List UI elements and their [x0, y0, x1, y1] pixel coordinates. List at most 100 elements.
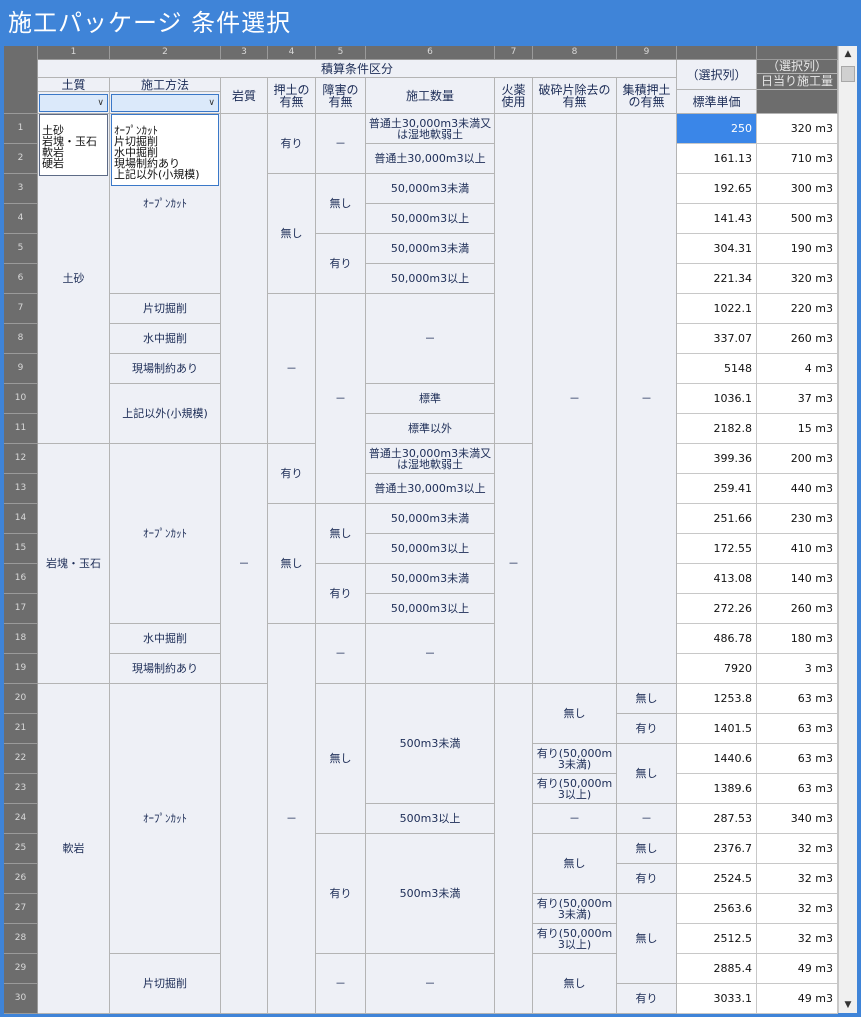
soil-cell[interactable]: 岩塊・玉石: [38, 444, 110, 684]
unit-price-cell[interactable]: 259.41: [677, 474, 757, 504]
method-cell[interactable]: 片切掘削: [110, 954, 221, 1014]
method-dropdown-list[interactable]: ｵｰﾌﾟﾝｶｯﾄ 片切掘削 水中掘削 現場制約あり 上記以外(小規模): [111, 114, 219, 186]
quantity-cell[interactable]: 500m3未満: [366, 684, 495, 804]
daily-amount-cell[interactable]: 63 m3: [757, 774, 838, 804]
unit-price-cell[interactable]: 5148: [677, 354, 757, 384]
unit-price-cell[interactable]: 192.65: [677, 174, 757, 204]
obstacle-cell[interactable]: －: [316, 954, 366, 1014]
obstacle-cell[interactable]: －: [316, 624, 366, 684]
collect-cell[interactable]: 無し: [617, 834, 677, 864]
quantity-cell[interactable]: 50,000m3未満: [366, 564, 495, 594]
rock-cell[interactable]: [221, 684, 268, 1014]
unit-price-cell[interactable]: 2563.6: [677, 894, 757, 924]
daily-amount-cell[interactable]: 410 m3: [757, 534, 838, 564]
unit-price-cell[interactable]: 1389.6: [677, 774, 757, 804]
quantity-cell[interactable]: 普通土30,000m3未満又は湿地軟弱土: [366, 444, 495, 474]
daily-amount-cell[interactable]: 63 m3: [757, 744, 838, 774]
explosive-cell[interactable]: [495, 684, 533, 1014]
daily-amount-cell[interactable]: 15 m3: [757, 414, 838, 444]
daily-amount-cell[interactable]: 340 m3: [757, 804, 838, 834]
unit-price-cell[interactable]: 141.43: [677, 204, 757, 234]
daily-amount-cell[interactable]: 440 m3: [757, 474, 838, 504]
method-cell[interactable]: 水中掘削: [110, 324, 221, 354]
rock-cell[interactable]: [221, 114, 268, 444]
oshitsuchi-cell[interactable]: －: [268, 624, 316, 1014]
unit-price-cell[interactable]: 250: [677, 114, 757, 144]
unit-price-cell[interactable]: 251.66: [677, 504, 757, 534]
daily-amount-cell[interactable]: 320 m3: [757, 264, 838, 294]
debris-cell[interactable]: 有り(50,000m3以上): [533, 924, 617, 954]
quantity-cell[interactable]: 50,000m3以上: [366, 594, 495, 624]
daily-amount-cell[interactable]: 190 m3: [757, 234, 838, 264]
oshitsuchi-cell[interactable]: 無し: [268, 174, 316, 294]
daily-amount-cell[interactable]: 3 m3: [757, 654, 838, 684]
method-select[interactable]: ∨: [111, 94, 219, 112]
collect-cell[interactable]: －: [617, 804, 677, 834]
obstacle-cell[interactable]: 有り: [316, 834, 366, 954]
explosive-cell[interactable]: [495, 114, 533, 444]
quantity-cell[interactable]: 50,000m3未満: [366, 504, 495, 534]
collect-cell[interactable]: 有り: [617, 864, 677, 894]
method-cell[interactable]: ｵｰﾌﾟﾝｶｯﾄ: [110, 444, 221, 624]
quantity-cell[interactable]: 500m3未満: [366, 834, 495, 954]
unit-price-cell[interactable]: 1401.5: [677, 714, 757, 744]
quantity-cell[interactable]: 標準: [366, 384, 495, 414]
quantity-cell[interactable]: 50,000m3以上: [366, 534, 495, 564]
daily-amount-cell[interactable]: 63 m3: [757, 714, 838, 744]
quantity-cell[interactable]: 50,000m3未満: [366, 234, 495, 264]
scroll-up-icon[interactable]: ▲: [839, 46, 857, 62]
obstacle-cell[interactable]: 無し: [316, 504, 366, 564]
quantity-cell[interactable]: 普通土30,000m3以上: [366, 144, 495, 174]
debris-cell[interactable]: －: [533, 804, 617, 834]
oshitsuchi-cell[interactable]: 無し: [268, 504, 316, 624]
oshitsuchi-cell[interactable]: 有り: [268, 444, 316, 504]
soil-select[interactable]: ∨: [39, 94, 108, 112]
method-cell[interactable]: 現場制約あり: [110, 654, 221, 684]
unit-price-cell[interactable]: 2182.8: [677, 414, 757, 444]
debris-cell[interactable]: －: [533, 114, 617, 684]
unit-price-cell[interactable]: 272.26: [677, 594, 757, 624]
daily-amount-cell[interactable]: 140 m3: [757, 564, 838, 594]
debris-cell[interactable]: 無し: [533, 684, 617, 744]
debris-cell[interactable]: 無し: [533, 954, 617, 1014]
method-cell[interactable]: 上記以外(小規模): [110, 384, 221, 444]
unit-price-cell[interactable]: 1036.1: [677, 384, 757, 414]
obstacle-cell[interactable]: 無し: [316, 684, 366, 834]
unit-price-cell[interactable]: 1022.1: [677, 294, 757, 324]
daily-amount-cell[interactable]: 32 m3: [757, 834, 838, 864]
oshitsuchi-cell[interactable]: －: [268, 294, 316, 444]
debris-cell[interactable]: 有り(50,000m3未満): [533, 894, 617, 924]
daily-amount-cell[interactable]: 320 m3: [757, 114, 838, 144]
soil-cell[interactable]: 軟岩: [38, 684, 110, 1014]
obstacle-cell[interactable]: －: [316, 294, 366, 504]
daily-amount-cell[interactable]: 32 m3: [757, 894, 838, 924]
unit-price-cell[interactable]: 221.34: [677, 264, 757, 294]
daily-amount-cell[interactable]: 32 m3: [757, 864, 838, 894]
method-cell[interactable]: 片切掘削: [110, 294, 221, 324]
daily-amount-cell[interactable]: 710 m3: [757, 144, 838, 174]
unit-price-cell[interactable]: 1253.8: [677, 684, 757, 714]
quantity-cell[interactable]: －: [366, 954, 495, 1014]
rock-cell[interactable]: －: [221, 444, 268, 684]
obstacle-cell[interactable]: 有り: [316, 234, 366, 294]
daily-amount-cell[interactable]: 49 m3: [757, 954, 838, 984]
daily-amount-cell[interactable]: 4 m3: [757, 354, 838, 384]
daily-amount-cell[interactable]: 180 m3: [757, 624, 838, 654]
chevron-down-icon[interactable]: ∨: [97, 98, 104, 108]
quantity-cell[interactable]: 標準以外: [366, 414, 495, 444]
vertical-scrollbar[interactable]: ▲ ▼: [838, 46, 857, 1013]
daily-amount-cell[interactable]: 49 m3: [757, 984, 838, 1014]
unit-price-cell[interactable]: 3033.1: [677, 984, 757, 1014]
unit-price-cell[interactable]: 7920: [677, 654, 757, 684]
unit-price-cell[interactable]: 486.78: [677, 624, 757, 654]
unit-price-cell[interactable]: 2376.7: [677, 834, 757, 864]
daily-amount-cell[interactable]: 500 m3: [757, 204, 838, 234]
unit-price-cell[interactable]: 413.08: [677, 564, 757, 594]
daily-amount-cell[interactable]: 32 m3: [757, 924, 838, 954]
daily-amount-cell[interactable]: 260 m3: [757, 594, 838, 624]
daily-amount-cell[interactable]: 230 m3: [757, 504, 838, 534]
debris-cell[interactable]: 無し: [533, 834, 617, 894]
method-cell[interactable]: 水中掘削: [110, 624, 221, 654]
debris-cell[interactable]: 有り(50,000m3以上): [533, 774, 617, 804]
quantity-cell[interactable]: －: [366, 624, 495, 684]
